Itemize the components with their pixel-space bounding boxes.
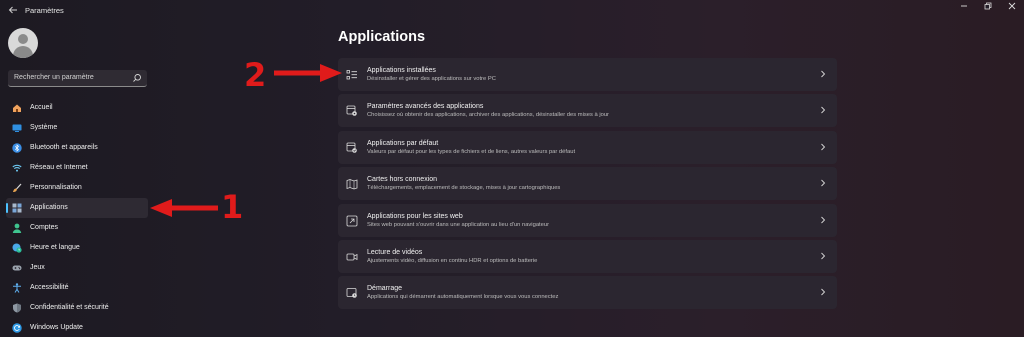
sidebar-item-jeux[interactable]: Jeux (6, 258, 148, 278)
chevron-right-icon (821, 70, 826, 78)
card-lecture-videos[interactable]: Lecture de vidéos Ajustements vidéo, dif… (338, 239, 837, 273)
startup-icon (346, 288, 357, 299)
sidebar-nav: Accueil Système Bluetooth et appareils R… (6, 98, 148, 337)
display-icon (12, 124, 22, 132)
sidebar-item-label: Applications (30, 204, 68, 211)
brush-icon (13, 183, 22, 192)
sidebar-item-label: Heure et langue (30, 244, 80, 251)
sidebar-item-accueil[interactable]: Accueil (6, 98, 148, 118)
card-applications-par-defaut[interactable]: Applications par défaut Valeurs par défa… (338, 130, 837, 164)
avatar[interactable] (8, 28, 38, 58)
card-cartes-hors-connexion[interactable]: Cartes hors connexion Téléchargements, e… (338, 167, 837, 201)
sidebar-item-label: Confidentialité et sécurité (30, 304, 109, 311)
sidebar-item-label: Jeux (30, 264, 45, 271)
person-icon (12, 223, 22, 233)
card-title: Applications pour les sites web (367, 212, 463, 220)
map-icon (346, 179, 358, 190)
list-icon (346, 70, 357, 80)
title-bar: Paramètres (0, 0, 1024, 24)
update-icon (12, 323, 22, 333)
apps-icon (12, 203, 22, 213)
default-apps-icon (346, 142, 357, 153)
card-title: Cartes hors connexion (367, 176, 438, 184)
annotation-step-2: 2 (244, 56, 267, 94)
settings-cards: Applications installées Désinstaller et … (338, 58, 837, 313)
home-icon (13, 104, 21, 112)
sidebar-item-label: Bluetooth et appareils (30, 144, 98, 151)
back-arrow-icon[interactable] (6, 5, 20, 19)
sidebar-item-applications[interactable]: Applications (6, 198, 148, 218)
sidebar-item-label: Réseau et Internet (30, 164, 88, 171)
card-title: Lecture de vidéos (367, 248, 423, 256)
chevron-right-icon (821, 107, 826, 114)
page-title: Applications (338, 29, 426, 45)
card-subtitle: Sites web pouvant s'ouvrir dans une appl… (367, 221, 550, 228)
sidebar-item-systeme[interactable]: Système (6, 118, 148, 138)
chevron-right-icon (821, 216, 826, 223)
chevron-right-icon (821, 252, 826, 260)
search-placeholder: Rechercher un paramètre (14, 74, 94, 81)
card-applications-sites-web[interactable]: Applications pour les sites web Sites we… (338, 203, 837, 237)
annotation-arrow-2 (274, 64, 342, 82)
chevron-right-icon (821, 289, 826, 296)
close-button[interactable] (1000, 0, 1024, 18)
window-title: Paramètres (25, 6, 64, 15)
video-icon (346, 253, 358, 261)
sidebar-item-label: Windows Update (30, 324, 83, 331)
card-subtitle: Ajustements vidéo, diffusion en continu … (367, 257, 538, 264)
open-external-icon (346, 215, 358, 226)
card-title: Démarrage (367, 285, 403, 293)
sidebar-item-reseau[interactable]: Réseau et Internet (6, 158, 148, 178)
card-title: Applications par défaut (367, 139, 439, 147)
sidebar-item-label: Comptes (30, 224, 59, 231)
search-input[interactable]: Rechercher un paramètre (8, 70, 147, 87)
sidebar-item-confidentialite[interactable]: Confidentialité et sécurité (6, 298, 148, 318)
sidebar-item-label: Personnalisation (30, 184, 82, 191)
sidebar-item-comptes[interactable]: Comptes (6, 218, 148, 238)
card-title: Applications installées (367, 67, 436, 74)
sidebar-item-heure-langue[interactable]: Heure et langue (6, 238, 148, 258)
sidebar-item-accessibilite[interactable]: Accessibilité (6, 278, 148, 298)
sidebar-item-bluetooth[interactable]: Bluetooth et appareils (6, 138, 148, 158)
sidebar-item-windows-update[interactable]: Windows Update (6, 318, 148, 337)
chevron-right-icon (821, 179, 826, 187)
annotation-step-1: 1 (221, 188, 244, 226)
card-subtitle: Téléchargements, emplacement de stockage… (367, 185, 561, 192)
sidebar-item-label: Accueil (30, 104, 53, 111)
card-subtitle: Applications qui démarrent automatiqueme… (367, 294, 559, 301)
shield-icon (13, 303, 21, 313)
card-subtitle: Choisissez où obtenir des applications, … (367, 112, 609, 119)
advanced-apps-icon (346, 105, 357, 117)
accessibility-icon (13, 283, 21, 293)
active-indicator (6, 203, 8, 213)
sidebar-item-label: Système (30, 124, 58, 131)
card-applications-installees[interactable]: Applications installées Désinstaller et … (338, 58, 837, 91)
card-subtitle: Désinstaller et gérer des applications s… (367, 76, 496, 82)
chevron-right-icon (821, 143, 826, 151)
search-icon[interactable] (132, 73, 142, 83)
bluetooth-icon (12, 143, 22, 153)
sidebar-item-label: Accessibilité (30, 284, 69, 291)
annotation-arrow-1 (150, 199, 218, 217)
globe-clock-icon (12, 243, 22, 253)
card-subtitle: Valeurs par défaut pour les types de fic… (367, 148, 576, 155)
card-parametres-avances[interactable]: Paramètres avancés des applications Choi… (338, 94, 837, 128)
card-demarrage[interactable]: Démarrage Applications qui démarrent aut… (338, 276, 837, 310)
card-title: Paramètres avancés des applications (367, 103, 484, 111)
window-controls (952, 0, 1024, 24)
gamepad-icon (12, 265, 22, 271)
wifi-icon (12, 164, 22, 172)
maximize-button[interactable] (976, 0, 1000, 18)
sidebar-item-personnalisation[interactable]: Personnalisation (6, 178, 148, 198)
minimize-button[interactable] (952, 0, 976, 18)
